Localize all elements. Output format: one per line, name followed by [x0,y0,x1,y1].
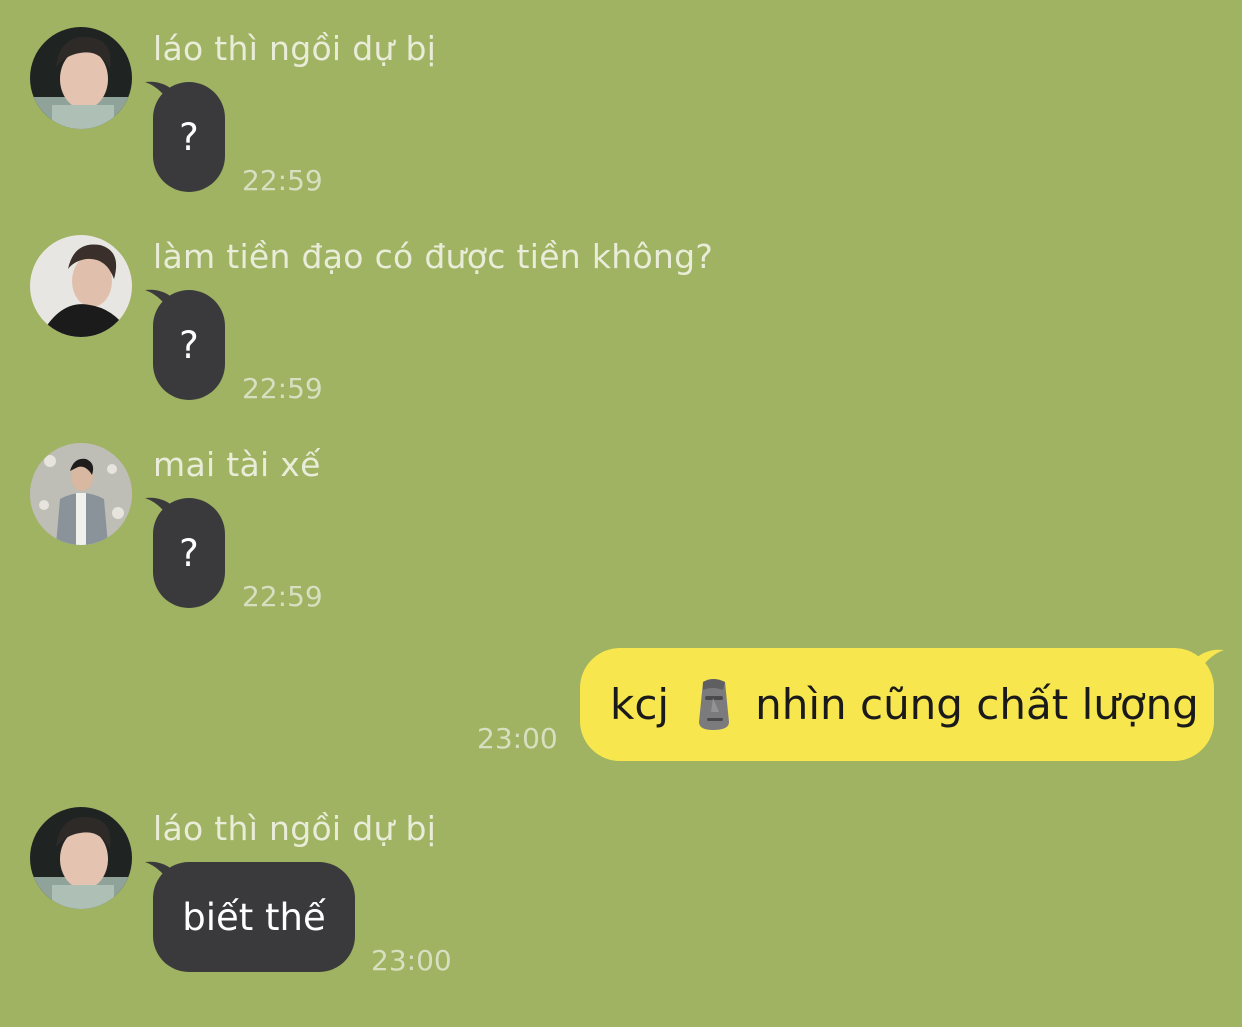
timestamp: 23:00 [371,944,452,977]
avatar[interactable] [30,235,132,337]
message-bubble[interactable]: biết thế [153,862,355,972]
message-bubble[interactable]: kcj nhìn cũng chất lượng [580,648,1214,761]
message-bubble[interactable]: ? [153,82,225,192]
chat-area[interactable]: láo thì ngồi dự bị ? 22:59 làm tiền đạo … [0,0,1242,1027]
message-bubble[interactable]: ? [153,498,225,608]
timestamp: 22:59 [242,164,323,197]
sender-name: láo thì ngồi dự bị [153,29,437,68]
avatar[interactable] [30,443,132,545]
moai-icon [693,678,733,732]
message-bubble[interactable]: ? [153,290,225,400]
timestamp: 22:59 [242,580,323,613]
sender-name: làm tiền đạo có được tiền không? [153,237,714,276]
avatar[interactable] [30,807,132,909]
message-text: kcj [610,680,670,729]
sender-name: láo thì ngồi dự bị [153,809,437,848]
sender-name: mai tài xế [153,445,321,484]
message-text: nhìn cũng chất lượng [755,680,1199,729]
avatar[interactable] [30,27,132,129]
timestamp: 22:59 [242,372,323,405]
timestamp: 23:00 [477,722,558,755]
